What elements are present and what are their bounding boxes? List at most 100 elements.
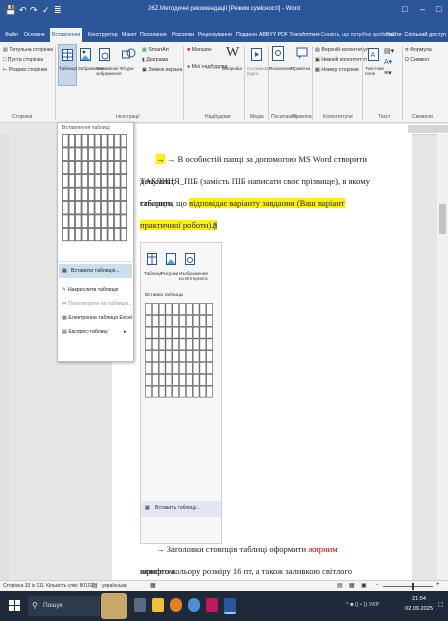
grid-cell[interactable] [158, 374, 166, 386]
system-tray[interactable]: ^ ■ (( • )) УКР [346, 602, 379, 608]
zoom-in-button[interactable]: + [436, 582, 440, 588]
scrollbar-thumb[interactable] [439, 204, 446, 234]
task-view-icon[interactable] [134, 598, 146, 612]
grid-cell[interactable] [199, 303, 207, 315]
grid-cell[interactable] [145, 362, 152, 374]
grid-cell[interactable] [62, 214, 69, 228]
wordart-icon[interactable]: A▾ [384, 58, 392, 66]
grid-cell[interactable] [152, 374, 159, 386]
table-button[interactable]: Таблиця [58, 44, 77, 86]
grid-cell[interactable] [186, 385, 193, 398]
insert-table-item[interactable]: ▦ Вставити таблицю... [59, 264, 132, 278]
grid-cell[interactable] [68, 134, 75, 148]
grid-cell[interactable] [179, 315, 186, 327]
grid-cell[interactable] [152, 362, 159, 374]
screenshot-button[interactable]: ▣ Знімок екрана [142, 67, 182, 73]
grid-cell[interactable] [62, 228, 69, 242]
language-indicator[interactable]: українська [102, 583, 127, 589]
sign-in-link[interactable]: Увійти [386, 32, 402, 38]
grid-cell[interactable] [145, 303, 152, 315]
grid-cell[interactable] [179, 385, 186, 398]
grid-cell[interactable] [199, 350, 207, 362]
clock-time[interactable]: 21:54 [412, 596, 426, 602]
grid-cell[interactable] [152, 385, 159, 398]
dropcap-icon[interactable]: ≡▾ [384, 69, 392, 77]
grid-cell[interactable] [88, 174, 95, 188]
grid-cell[interactable] [186, 338, 193, 351]
grid-cell[interactable] [68, 201, 75, 215]
grid-cell[interactable] [88, 160, 95, 175]
grid-cell[interactable] [179, 350, 186, 362]
tab-view[interactable]: Подання [234, 28, 259, 42]
word-taskbar-icon[interactable] [224, 598, 236, 614]
grid-cell[interactable] [94, 147, 101, 161]
page-number-button[interactable]: ▦ Номер сторінки [315, 67, 359, 73]
grid-cell[interactable] [101, 134, 108, 148]
grid-cell[interactable] [62, 201, 69, 215]
grid-cell[interactable] [120, 147, 127, 161]
grid-cell[interactable] [179, 362, 186, 374]
minimize-button[interactable]: – [420, 4, 425, 14]
grid-cell[interactable] [199, 385, 207, 398]
grid-cell[interactable] [158, 362, 166, 374]
grid-cell[interactable] [120, 187, 127, 201]
grid-cell[interactable] [145, 350, 152, 362]
grid-cell[interactable] [101, 228, 108, 242]
tab-home[interactable]: Основне [22, 28, 47, 42]
grid-cell[interactable] [62, 147, 69, 161]
grid-cell[interactable] [192, 326, 200, 339]
grid-cell[interactable] [120, 201, 127, 215]
grid-cell[interactable] [192, 374, 200, 386]
tab-file[interactable]: Файл [3, 28, 20, 42]
grid-cell[interactable] [94, 201, 101, 215]
document-page[interactable]: → → В особистій папці за допомогою MS Wo… [112, 134, 412, 598]
grid-cell[interactable] [94, 214, 101, 228]
grid-cell[interactable] [114, 160, 121, 175]
grid-cell[interactable] [88, 147, 95, 161]
online-pictures-button[interactable]: Онлайнові зображення [96, 66, 122, 76]
wikipedia-button[interactable]: Wikipedia [222, 66, 242, 71]
store-button[interactable]: ■ Магазин [187, 47, 212, 53]
notifications-icon[interactable]: □ [438, 600, 443, 609]
grid-cell[interactable] [114, 201, 121, 215]
page-break-button[interactable]: ⊢ Розрив сторінки [3, 67, 47, 73]
zoom-slider-thumb[interactable] [412, 583, 414, 590]
grid-cell[interactable] [62, 187, 69, 201]
grid-cell[interactable] [165, 303, 173, 315]
excel-spreadsheet-item[interactable]: ▦ Електронна таблиця Excel [62, 315, 132, 321]
grid-cell[interactable] [172, 362, 179, 374]
grid-cell[interactable] [145, 315, 152, 327]
onenote-icon[interactable] [206, 598, 218, 612]
grid-cell[interactable] [107, 147, 114, 161]
news-widget-icon[interactable] [101, 593, 127, 619]
grid-cell[interactable] [199, 362, 207, 374]
grid-cell[interactable] [192, 315, 200, 327]
grid-cell[interactable] [114, 214, 121, 228]
grid-cell[interactable] [206, 326, 213, 339]
taskbar-search-box[interactable]: ⚲ Пошук [28, 596, 100, 616]
grid-cell[interactable] [165, 315, 173, 327]
grid-cell[interactable] [206, 303, 213, 315]
grid-cell[interactable] [101, 160, 108, 175]
grid-cell[interactable] [88, 214, 95, 228]
grid-cell[interactable] [107, 214, 114, 228]
grid-cell[interactable] [88, 201, 95, 215]
grid-cell[interactable] [186, 350, 193, 362]
grid-cell[interactable] [192, 350, 200, 362]
grid-cell[interactable] [62, 160, 69, 175]
grid-cell[interactable] [68, 174, 75, 188]
grid-cell[interactable] [94, 228, 101, 242]
grid-cell[interactable] [186, 315, 193, 327]
header-button[interactable]: ▤ Верхній колонтитул [315, 47, 369, 53]
grid-cell[interactable] [179, 374, 186, 386]
grid-cell[interactable] [62, 134, 69, 148]
grid-cell[interactable] [75, 174, 82, 188]
tab-abbyy[interactable]: ABBYY PDF Transformer+ [257, 28, 322, 42]
grid-cell[interactable] [145, 326, 152, 339]
windows-start-icon[interactable] [9, 600, 20, 611]
grid-cell[interactable] [186, 303, 193, 315]
grid-cell[interactable] [120, 228, 127, 242]
word-count[interactable]: Кількість слів: 80102 [46, 583, 94, 589]
grid-cell[interactable] [94, 187, 101, 201]
grid-cell[interactable] [192, 303, 200, 315]
